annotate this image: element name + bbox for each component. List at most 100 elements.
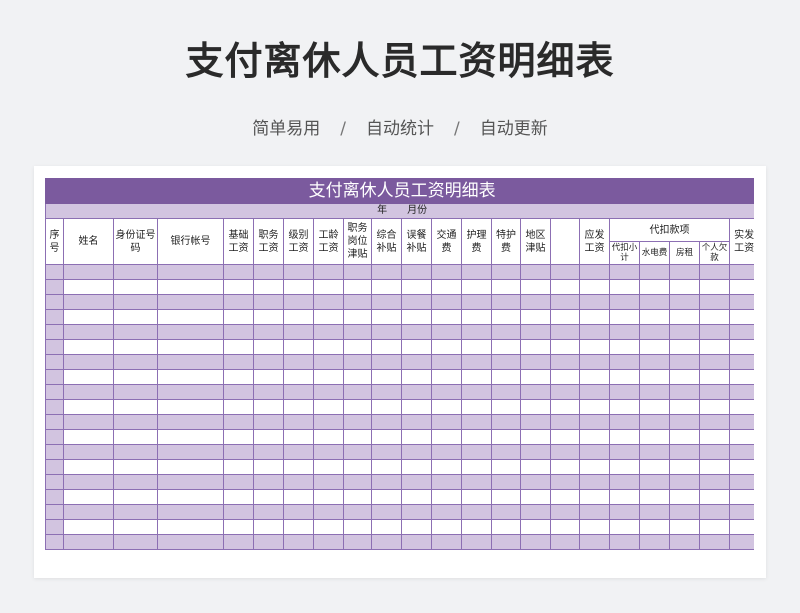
table-cell[interactable] [45, 324, 64, 340]
table-cell[interactable] [157, 414, 224, 430]
table-cell[interactable] [223, 339, 254, 355]
table-cell[interactable] [157, 429, 224, 445]
table-cell[interactable] [343, 264, 372, 280]
table-cell[interactable] [491, 414, 521, 430]
table-cell[interactable] [431, 279, 462, 295]
table-cell[interactable] [313, 354, 344, 370]
table-cell[interactable] [431, 264, 462, 280]
table-cell[interactable] [520, 459, 551, 475]
table-cell[interactable] [699, 324, 730, 340]
table-cell[interactable] [45, 399, 64, 415]
table-cell[interactable] [520, 489, 551, 505]
table-cell[interactable] [579, 354, 610, 370]
table-cell[interactable] [609, 264, 640, 280]
table-cell[interactable] [283, 429, 314, 445]
table-cell[interactable] [639, 309, 670, 325]
table-cell[interactable] [63, 264, 114, 280]
table-cell[interactable] [461, 399, 492, 415]
table-cell[interactable] [371, 534, 402, 550]
table-cell[interactable] [520, 339, 551, 355]
table-cell[interactable] [63, 489, 114, 505]
table-cell[interactable] [313, 429, 344, 445]
table-cell[interactable] [609, 309, 640, 325]
table-cell[interactable] [431, 369, 462, 385]
table-cell[interactable] [431, 489, 462, 505]
table-cell[interactable] [639, 279, 670, 295]
table-cell[interactable] [609, 384, 640, 400]
table-cell[interactable] [157, 294, 224, 310]
table-cell[interactable] [157, 489, 224, 505]
table-cell[interactable] [253, 534, 284, 550]
table-cell[interactable] [371, 264, 402, 280]
table-cell[interactable] [283, 504, 314, 520]
table-cell[interactable] [699, 399, 730, 415]
table-cell[interactable] [491, 354, 521, 370]
table-cell[interactable] [491, 384, 521, 400]
table-cell[interactable] [669, 324, 700, 340]
table-cell[interactable] [371, 369, 402, 385]
table-cell[interactable] [461, 414, 492, 430]
table-cell[interactable] [253, 414, 284, 430]
table-cell[interactable] [699, 504, 730, 520]
table-cell[interactable] [520, 279, 551, 295]
table-cell[interactable] [669, 519, 700, 535]
table-cell[interactable] [343, 279, 372, 295]
table-cell[interactable] [520, 534, 551, 550]
table-cell[interactable] [343, 414, 372, 430]
table-cell[interactable] [223, 279, 254, 295]
table-cell[interactable] [520, 264, 551, 280]
table-cell[interactable] [253, 519, 284, 535]
table-cell[interactable] [253, 399, 284, 415]
table-cell[interactable] [609, 504, 640, 520]
table-cell[interactable] [401, 489, 432, 505]
table-cell[interactable] [253, 429, 284, 445]
table-cell[interactable] [313, 504, 344, 520]
table-cell[interactable] [63, 459, 114, 475]
table-cell[interactable] [669, 294, 700, 310]
table-cell[interactable] [699, 519, 730, 535]
table-cell[interactable] [431, 444, 462, 460]
table-cell[interactable] [520, 354, 551, 370]
table-cell[interactable] [401, 459, 432, 475]
table-cell[interactable] [223, 534, 254, 550]
table-cell[interactable] [699, 369, 730, 385]
table-cell[interactable] [253, 279, 284, 295]
table-cell[interactable] [343, 384, 372, 400]
table-cell[interactable] [728, 324, 754, 340]
table-cell[interactable] [669, 264, 700, 280]
table-cell[interactable] [113, 444, 158, 460]
table-cell[interactable] [639, 399, 670, 415]
table-cell[interactable] [253, 384, 284, 400]
table-cell[interactable] [520, 519, 551, 535]
table-cell[interactable] [45, 534, 64, 550]
table-cell[interactable] [253, 324, 284, 340]
table-cell[interactable] [431, 324, 462, 340]
table-cell[interactable] [728, 489, 754, 505]
table-cell[interactable] [520, 384, 551, 400]
table-cell[interactable] [461, 459, 492, 475]
table-cell[interactable] [461, 324, 492, 340]
table-cell[interactable] [550, 354, 580, 370]
table-cell[interactable] [579, 534, 610, 550]
table-cell[interactable] [728, 534, 754, 550]
table-cell[interactable] [223, 354, 254, 370]
table-cell[interactable] [609, 444, 640, 460]
table-cell[interactable] [113, 534, 158, 550]
table-cell[interactable] [63, 534, 114, 550]
table-cell[interactable] [113, 369, 158, 385]
table-cell[interactable] [313, 444, 344, 460]
table-cell[interactable] [313, 489, 344, 505]
table-cell[interactable] [313, 369, 344, 385]
table-cell[interactable] [253, 444, 284, 460]
table-cell[interactable] [579, 294, 610, 310]
table-cell[interactable] [669, 504, 700, 520]
table-cell[interactable] [401, 519, 432, 535]
table-cell[interactable] [520, 429, 551, 445]
table-cell[interactable] [431, 504, 462, 520]
table-cell[interactable] [699, 309, 730, 325]
table-cell[interactable] [550, 324, 580, 340]
table-cell[interactable] [343, 534, 372, 550]
table-cell[interactable] [223, 369, 254, 385]
table-cell[interactable] [113, 279, 158, 295]
table-cell[interactable] [401, 309, 432, 325]
